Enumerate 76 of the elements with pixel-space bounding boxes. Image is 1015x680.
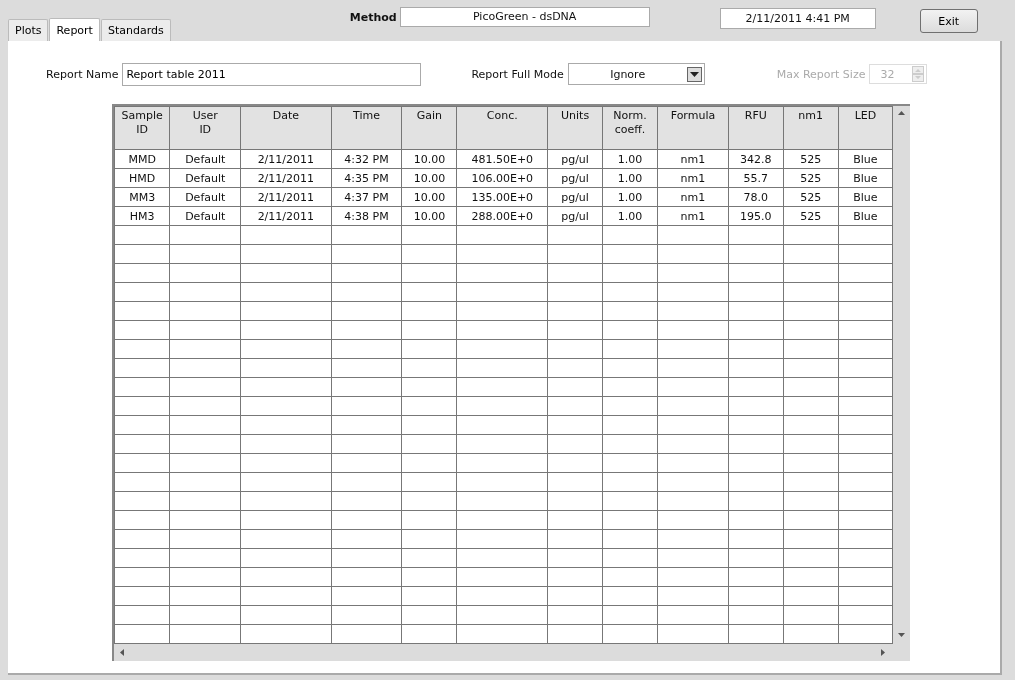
column-header: Date: [240, 106, 332, 150]
table-cell: Default: [169, 187, 241, 207]
table-cell: Default: [169, 149, 241, 169]
table-cell: pg/ul: [547, 206, 603, 226]
table-cell: 1.00: [602, 206, 658, 226]
report-name-field[interactable]: Report table 2011: [122, 62, 422, 86]
table-cell: HM3: [114, 206, 170, 226]
table-cell: 2/11/2011: [240, 206, 332, 226]
column-header: LED: [838, 106, 893, 150]
table-cell: nm1: [657, 187, 729, 207]
table-cell: 10.00: [401, 149, 457, 169]
method-field: PicoGreen - dsDNA: [399, 7, 650, 27]
scroll-right-icon[interactable]: [881, 649, 885, 656]
table-cell: 1.00: [602, 187, 658, 207]
max-report-size-label: Max Report Size: [776, 67, 866, 81]
column-header: Time: [331, 106, 402, 150]
table-cell: Blue: [838, 206, 893, 226]
table-cell: nm1: [657, 206, 729, 226]
table-cell: 195.0: [728, 206, 784, 226]
tab[interactable]: Plots: [8, 19, 49, 41]
method-label: Method: [349, 11, 397, 24]
table-cell: 1.00: [602, 168, 658, 188]
table-cell: 106.00E+0: [456, 168, 548, 188]
table-cell: 525: [783, 168, 839, 188]
table-cell: nm1: [657, 149, 729, 169]
table-cell: Default: [169, 168, 241, 188]
table-cell: Blue: [838, 149, 893, 169]
scroll-left-icon[interactable]: [120, 649, 124, 656]
table-cell: HMD: [114, 168, 170, 188]
table-cell: 4:37 PM: [331, 187, 402, 207]
column-header: Units: [547, 106, 603, 150]
table-cell: 10.00: [401, 206, 457, 226]
table-cell: nm1: [657, 168, 729, 188]
tab[interactable]: Report: [49, 18, 100, 42]
table-cell: 288.00E+0: [456, 206, 548, 226]
tab[interactable]: Standards: [100, 19, 171, 41]
table-cell: 135.00E+0: [456, 187, 548, 207]
table-cell: 78.0: [728, 187, 784, 207]
table-cell: 10.00: [401, 168, 457, 188]
column-header: Norm. coeff.: [602, 106, 658, 150]
column-header: Gain: [401, 106, 457, 150]
column-header: Sample ID: [114, 106, 170, 150]
scroll-up-icon[interactable]: [898, 111, 906, 115]
table-cell: 2/11/2011: [240, 168, 332, 188]
report-full-mode-label: Report Full Mode: [471, 67, 564, 81]
table-cell: 481.50E+0: [456, 149, 548, 169]
table-cell: 525: [783, 187, 839, 207]
table-cell: 525: [783, 149, 839, 169]
table-cell: 1.00: [602, 149, 658, 169]
table-cell: 2/11/2011: [240, 187, 332, 207]
report-name-label: Report Name: [46, 67, 119, 81]
column-header: Formula: [657, 106, 729, 150]
table-cell: 55.7: [728, 168, 784, 188]
table-cell: pg/ul: [547, 149, 603, 169]
table-cell: MM3: [114, 187, 170, 207]
table-cell: 4:35 PM: [331, 168, 402, 188]
table-cell: 4:38 PM: [331, 206, 402, 226]
table-cell: Blue: [838, 168, 893, 188]
table-cell: MMD: [114, 149, 170, 169]
table-cell: Default: [169, 206, 241, 226]
column-header: RFU: [728, 106, 784, 150]
table-cell: 525: [783, 206, 839, 226]
column-header: nm1: [783, 106, 839, 150]
table-cell: pg/ul: [547, 187, 603, 207]
scroll-down-icon[interactable]: [898, 633, 906, 637]
exit-button[interactable]: Exit: [919, 9, 978, 33]
table-cell: 4:32 PM: [331, 149, 402, 169]
datetime-field: 2/11/2011 4:41 PM: [719, 8, 876, 29]
column-header: User ID: [169, 106, 241, 150]
table-cell: Blue: [838, 187, 893, 207]
report-full-mode-dropdown[interactable]: Ignore: [567, 63, 705, 85]
table-cell: 10.00: [401, 187, 457, 207]
column-header: Conc.: [456, 106, 548, 150]
table-cell: pg/ul: [547, 168, 603, 188]
table-cell: 342.8: [728, 149, 784, 169]
table-cell: 2/11/2011: [240, 149, 332, 169]
